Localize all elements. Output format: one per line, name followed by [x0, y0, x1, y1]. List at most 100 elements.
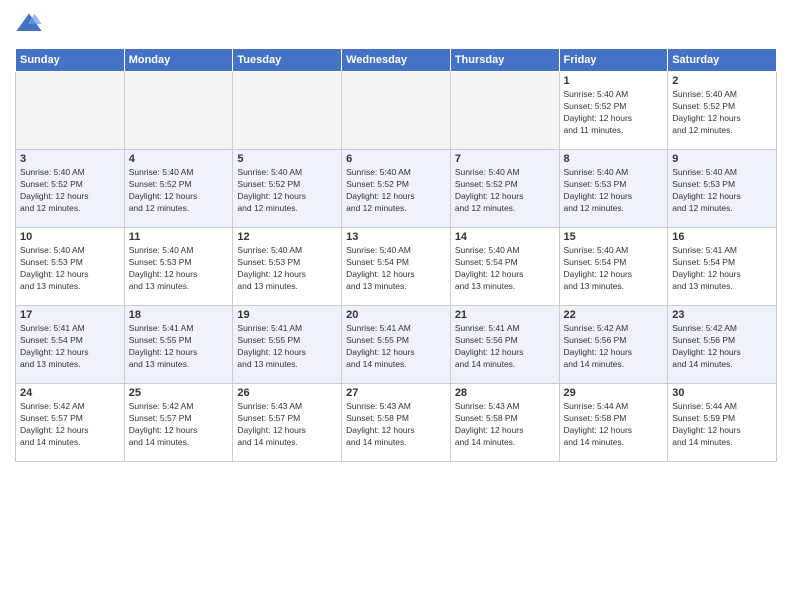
calendar-cell: 22Sunrise: 5:42 AM Sunset: 5:56 PM Dayli… [559, 306, 668, 384]
calendar-week-row: 3 Sunrise: 5:40 AM Sunset: 5:52 PM Daylig… [16, 150, 777, 228]
day-number: 3 [20, 153, 120, 165]
day-info: Sunrise: 5:44 AM Sunset: 5:59 PM Dayligh… [672, 401, 772, 449]
day-info: Sunrise: 5:41 AM Sunset: 5:54 PM Dayligh… [672, 245, 772, 293]
day-info: Sunrise: 5:41 AM Sunset: 5:55 PM Dayligh… [237, 323, 337, 371]
day-info: Sunrise: 5:40 AM Sunset: 5:52 PM Dayligh… [237, 167, 337, 215]
page-container: SundayMondayTuesdayWednesdayThursdayFrid… [0, 0, 792, 472]
calendar-cell: 9 Sunrise: 5:40 AM Sunset: 5:53 PM Daylig… [668, 150, 777, 228]
day-info: Sunrise: 5:43 AM Sunset: 5:57 PM Dayligh… [237, 401, 337, 449]
day-info: Sunrise: 5:40 AM Sunset: 5:54 PM Dayligh… [455, 245, 555, 293]
logo [15, 10, 47, 38]
calendar-week-row: 10 Sunrise: 5:40 AM Sunset: 5:53 PM Dayli… [16, 228, 777, 306]
day-number: 26 [237, 387, 337, 399]
day-number: 15 [564, 231, 664, 243]
day-number: 25 [129, 387, 229, 399]
calendar-cell: 10 Sunrise: 5:40 AM Sunset: 5:53 PM Dayli… [16, 228, 125, 306]
calendar-week-row: 1Sunrise: 5:40 AM Sunset: 5:52 PM Daylig… [16, 72, 777, 150]
logo-icon [15, 10, 43, 38]
day-info: Sunrise: 5:40 AM Sunset: 5:52 PM Dayligh… [346, 167, 446, 215]
calendar-cell [124, 72, 233, 150]
day-info: Sunrise: 5:40 AM Sunset: 5:53 PM Dayligh… [129, 245, 229, 293]
header-day: Thursday [450, 49, 559, 72]
calendar-cell: 5 Sunrise: 5:40 AM Sunset: 5:52 PM Daylig… [233, 150, 342, 228]
calendar-cell: 27 Sunrise: 5:43 AM Sunset: 5:58 PM Dayli… [342, 384, 451, 462]
header-day: Sunday [16, 49, 125, 72]
calendar-cell: 12 Sunrise: 5:40 AM Sunset: 5:53 PM Dayli… [233, 228, 342, 306]
calendar-cell: 26 Sunrise: 5:43 AM Sunset: 5:57 PM Dayli… [233, 384, 342, 462]
day-info: Sunrise: 5:40 AM Sunset: 5:52 PM Dayligh… [564, 89, 664, 137]
day-number: 18 [129, 309, 229, 321]
calendar-week-row: 17Sunrise: 5:41 AM Sunset: 5:54 PM Dayli… [16, 306, 777, 384]
day-number: 23 [672, 309, 772, 321]
calendar-cell: 3 Sunrise: 5:40 AM Sunset: 5:52 PM Daylig… [16, 150, 125, 228]
day-number: 27 [346, 387, 446, 399]
calendar-cell: 19 Sunrise: 5:41 AM Sunset: 5:55 PM Dayli… [233, 306, 342, 384]
calendar-cell: 15 Sunrise: 5:40 AM Sunset: 5:54 PM Dayli… [559, 228, 668, 306]
header-day: Tuesday [233, 49, 342, 72]
day-number: 21 [455, 309, 555, 321]
calendar-cell: 13 Sunrise: 5:40 AM Sunset: 5:54 PM Dayli… [342, 228, 451, 306]
calendar-cell [233, 72, 342, 150]
day-info: Sunrise: 5:40 AM Sunset: 5:53 PM Dayligh… [20, 245, 120, 293]
day-number: 12 [237, 231, 337, 243]
calendar-cell: 25 Sunrise: 5:42 AM Sunset: 5:57 PM Dayli… [124, 384, 233, 462]
day-number: 28 [455, 387, 555, 399]
day-number: 6 [346, 153, 446, 165]
calendar-cell: 4 Sunrise: 5:40 AM Sunset: 5:52 PM Daylig… [124, 150, 233, 228]
day-number: 4 [129, 153, 229, 165]
day-info: Sunrise: 5:41 AM Sunset: 5:56 PM Dayligh… [455, 323, 555, 371]
calendar-cell: 8 Sunrise: 5:40 AM Sunset: 5:53 PM Daylig… [559, 150, 668, 228]
calendar-week-row: 24 Sunrise: 5:42 AM Sunset: 5:57 PM Dayli… [16, 384, 777, 462]
calendar-cell: 23 Sunrise: 5:42 AM Sunset: 5:56 PM Dayli… [668, 306, 777, 384]
day-info: Sunrise: 5:42 AM Sunset: 5:57 PM Dayligh… [20, 401, 120, 449]
header-day: Saturday [668, 49, 777, 72]
day-info: Sunrise: 5:42 AM Sunset: 5:57 PM Dayligh… [129, 401, 229, 449]
header-row: SundayMondayTuesdayWednesdayThursdayFrid… [16, 49, 777, 72]
day-number: 17 [20, 309, 120, 321]
day-info: Sunrise: 5:40 AM Sunset: 5:52 PM Dayligh… [20, 167, 120, 215]
calendar-cell: 28 Sunrise: 5:43 AM Sunset: 5:58 PM Dayli… [450, 384, 559, 462]
day-number: 8 [564, 153, 664, 165]
day-number: 20 [346, 309, 446, 321]
day-number: 7 [455, 153, 555, 165]
day-info: Sunrise: 5:40 AM Sunset: 5:53 PM Dayligh… [237, 245, 337, 293]
calendar-cell: 21 Sunrise: 5:41 AM Sunset: 5:56 PM Dayli… [450, 306, 559, 384]
calendar-cell: 24 Sunrise: 5:42 AM Sunset: 5:57 PM Dayli… [16, 384, 125, 462]
header [15, 10, 777, 38]
calendar-cell: 11Sunrise: 5:40 AM Sunset: 5:53 PM Dayli… [124, 228, 233, 306]
day-info: Sunrise: 5:43 AM Sunset: 5:58 PM Dayligh… [455, 401, 555, 449]
calendar-cell: 1Sunrise: 5:40 AM Sunset: 5:52 PM Daylig… [559, 72, 668, 150]
day-info: Sunrise: 5:44 AM Sunset: 5:58 PM Dayligh… [564, 401, 664, 449]
calendar-cell: 20Sunrise: 5:41 AM Sunset: 5:55 PM Dayli… [342, 306, 451, 384]
day-info: Sunrise: 5:40 AM Sunset: 5:53 PM Dayligh… [672, 167, 772, 215]
calendar-cell: 2 Sunrise: 5:40 AM Sunset: 5:52 PM Daylig… [668, 72, 777, 150]
day-number: 9 [672, 153, 772, 165]
calendar-cell: 7 Sunrise: 5:40 AM Sunset: 5:52 PM Daylig… [450, 150, 559, 228]
calendar-cell: 18 Sunrise: 5:41 AM Sunset: 5:55 PM Dayli… [124, 306, 233, 384]
calendar-table: SundayMondayTuesdayWednesdayThursdayFrid… [15, 48, 777, 462]
calendar-cell: 6 Sunrise: 5:40 AM Sunset: 5:52 PM Daylig… [342, 150, 451, 228]
calendar-cell [342, 72, 451, 150]
day-number: 30 [672, 387, 772, 399]
day-info: Sunrise: 5:40 AM Sunset: 5:54 PM Dayligh… [564, 245, 664, 293]
day-info: Sunrise: 5:40 AM Sunset: 5:53 PM Dayligh… [564, 167, 664, 215]
day-number: 10 [20, 231, 120, 243]
day-info: Sunrise: 5:40 AM Sunset: 5:54 PM Dayligh… [346, 245, 446, 293]
day-number: 13 [346, 231, 446, 243]
day-number: 19 [237, 309, 337, 321]
day-number: 5 [237, 153, 337, 165]
day-info: Sunrise: 5:41 AM Sunset: 5:55 PM Dayligh… [129, 323, 229, 371]
day-info: Sunrise: 5:40 AM Sunset: 5:52 PM Dayligh… [455, 167, 555, 215]
calendar-cell: 17Sunrise: 5:41 AM Sunset: 5:54 PM Dayli… [16, 306, 125, 384]
day-number: 24 [20, 387, 120, 399]
calendar-cell: 16Sunrise: 5:41 AM Sunset: 5:54 PM Dayli… [668, 228, 777, 306]
day-number: 2 [672, 75, 772, 87]
day-info: Sunrise: 5:43 AM Sunset: 5:58 PM Dayligh… [346, 401, 446, 449]
day-info: Sunrise: 5:42 AM Sunset: 5:56 PM Dayligh… [672, 323, 772, 371]
day-number: 22 [564, 309, 664, 321]
calendar-cell: 29Sunrise: 5:44 AM Sunset: 5:58 PM Dayli… [559, 384, 668, 462]
day-info: Sunrise: 5:40 AM Sunset: 5:52 PM Dayligh… [129, 167, 229, 215]
day-info: Sunrise: 5:40 AM Sunset: 5:52 PM Dayligh… [672, 89, 772, 137]
calendar-cell: 30 Sunrise: 5:44 AM Sunset: 5:59 PM Dayli… [668, 384, 777, 462]
header-day: Wednesday [342, 49, 451, 72]
